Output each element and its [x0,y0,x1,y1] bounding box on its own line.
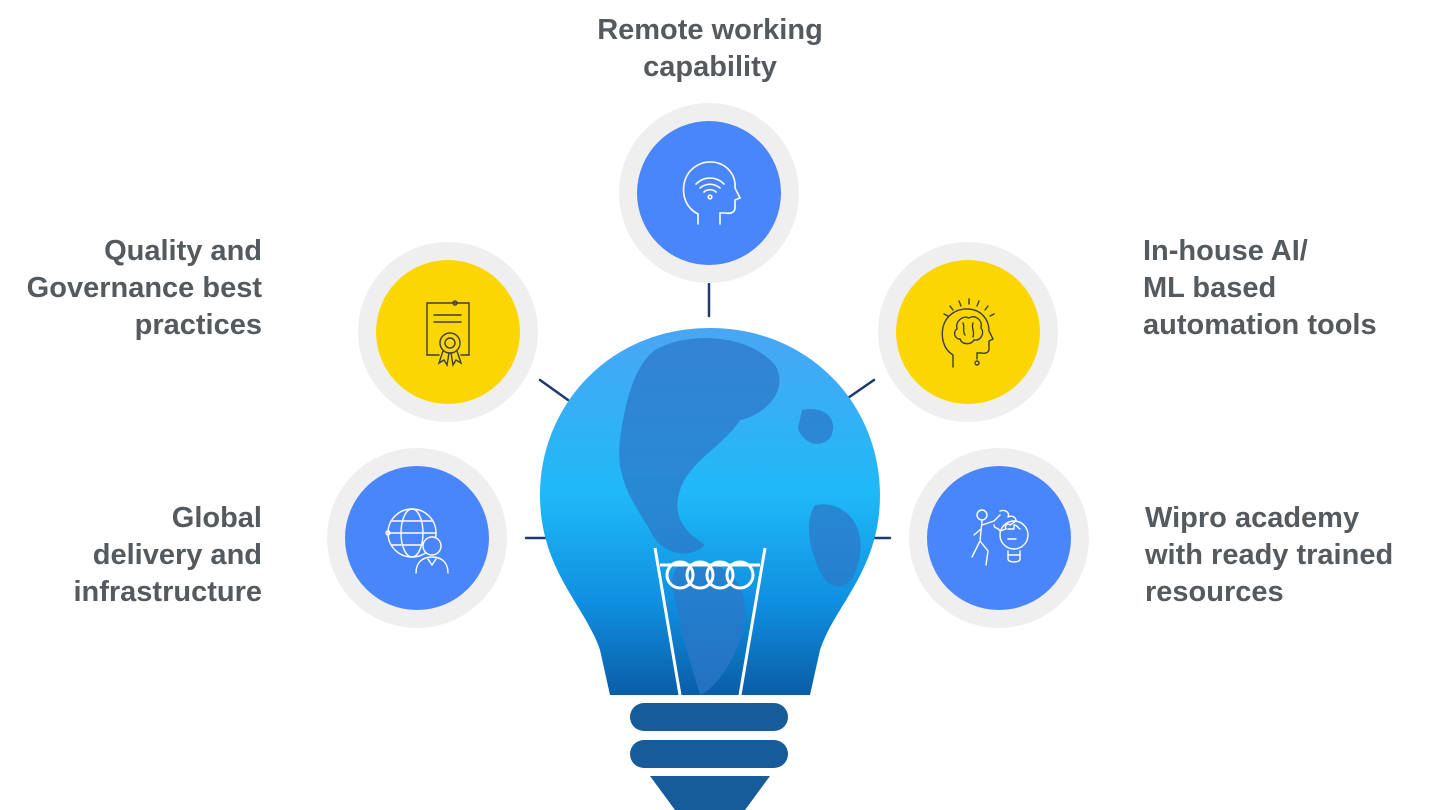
item-ai-ml [878,242,1058,422]
quality-disc [376,260,520,404]
global-disc [345,466,489,610]
label-ai-ml: In-house AI/ ML based automation tools [1143,235,1377,341]
remote-disc [637,121,781,265]
certificate-icon [426,300,470,367]
brain-head-icon [941,298,995,368]
globe-lightbulb-icon [540,328,880,810]
label-global: Global delivery and infrastructure [73,502,262,608]
label-academy: Wipro academy with ready trained resourc… [1145,502,1394,608]
label-remote: Remote working capability [597,14,823,83]
wifi-head-icon [682,161,742,225]
item-remote [619,103,799,283]
puzzle-person-icon [971,509,1029,566]
item-global [327,448,507,628]
ai-ml-disc [896,260,1040,404]
academy-disc [927,466,1071,610]
item-quality [358,242,538,422]
globe-user-icon [385,508,449,574]
item-academy [909,448,1089,628]
label-quality: Quality and Governance best practices [26,235,262,341]
